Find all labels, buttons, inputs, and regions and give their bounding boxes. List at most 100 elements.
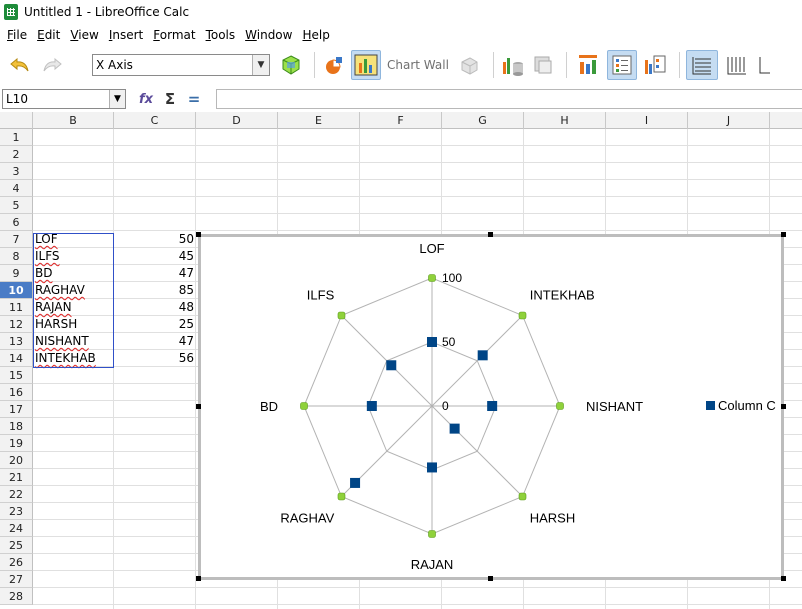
grid-line	[113, 129, 114, 609]
column-header-c[interactable]: C	[114, 112, 196, 129]
row-header-15[interactable]: 15	[0, 367, 33, 384]
column-header-f[interactable]: F	[360, 112, 442, 129]
chart-element-value: X Axis	[96, 58, 133, 72]
menu-mnemonic: E	[37, 28, 45, 42]
row-header-19[interactable]: 19	[0, 435, 33, 452]
sum-button[interactable]: Σ	[158, 89, 182, 109]
sum-icon: Σ	[164, 90, 176, 108]
grid-line	[33, 587, 802, 588]
row-header-22[interactable]: 22	[0, 486, 33, 503]
row-header-24[interactable]: 24	[0, 520, 33, 537]
column-header-i[interactable]: I	[606, 112, 688, 129]
row-header-2[interactable]: 2	[0, 146, 33, 163]
row-header-17[interactable]: 17	[0, 401, 33, 418]
row-header-5[interactable]: 5	[0, 197, 33, 214]
row-header-25[interactable]: 25	[0, 537, 33, 554]
cell-c11[interactable]: 48	[114, 299, 196, 316]
row-header-6[interactable]: 6	[0, 214, 33, 231]
vertical-grids-button[interactable]	[722, 50, 752, 80]
cell-c13[interactable]: 47	[114, 333, 196, 350]
row-header-21[interactable]: 21	[0, 469, 33, 486]
column-header-h[interactable]: H	[524, 112, 606, 129]
resize-handle[interactable]	[781, 232, 786, 237]
insert-titles-button[interactable]	[573, 50, 603, 80]
chevron-down-icon[interactable]: ▼	[109, 90, 125, 108]
column-header-d[interactable]: D	[196, 112, 278, 129]
menu-format[interactable]: Format	[148, 24, 200, 46]
horizontal-grids-button[interactable]	[685, 50, 718, 80]
function-wizard-button[interactable]: fx	[134, 89, 158, 109]
data-point	[366, 401, 377, 411]
row-header-28[interactable]: 28	[0, 588, 33, 605]
row-header-8[interactable]: 8	[0, 248, 33, 265]
name-box-value: L10	[6, 92, 28, 106]
row-header-16[interactable]: 16	[0, 384, 33, 401]
cell-c10[interactable]: 85	[114, 282, 196, 299]
category-label: BD	[260, 399, 278, 414]
legend-on-off-icon	[612, 55, 632, 75]
chart-element-select[interactable]: X Axis ▼	[92, 54, 270, 76]
chart-type-button[interactable]	[321, 50, 347, 80]
row-header-4[interactable]: 4	[0, 180, 33, 197]
row-header-9[interactable]: 9	[0, 265, 33, 282]
row-header-11[interactable]: 11	[0, 299, 33, 316]
menu-file[interactable]: File	[2, 24, 32, 46]
chart-area-button[interactable]	[351, 50, 381, 80]
menu-edit[interactable]: Edit	[32, 24, 65, 46]
chart-3d-view-button[interactable]	[455, 50, 483, 80]
menu-window[interactable]: Window	[240, 24, 297, 46]
show-hide-axis-button[interactable]	[756, 50, 770, 80]
chart-canvas: 0 50 100 LOF ILFS BD RAGHAV RAJAN HARSH NISHANT IN…	[260, 241, 776, 572]
cell-c14[interactable]: 56	[114, 350, 196, 367]
legend-on-off-button[interactable]	[606, 50, 637, 80]
select-all-corner[interactable]	[0, 112, 33, 129]
insert-legend-button[interactable]	[641, 50, 669, 80]
column-header-b[interactable]: B	[33, 112, 114, 129]
grid-line	[195, 129, 196, 609]
toolbar-separator	[492, 52, 494, 78]
cell-c7[interactable]: 50	[114, 231, 196, 248]
row-header-3[interactable]: 3	[0, 163, 33, 180]
cell-c8[interactable]: 45	[114, 248, 196, 265]
resize-handle[interactable]	[781, 576, 786, 581]
row-header-7[interactable]: 7	[0, 231, 33, 248]
resize-handle[interactable]	[488, 576, 493, 581]
resize-handle[interactable]	[781, 404, 786, 409]
format-selection-button[interactable]	[278, 50, 304, 80]
row-header-13[interactable]: 13	[0, 333, 33, 350]
redo-button[interactable]	[38, 50, 66, 80]
resize-handle[interactable]	[196, 404, 201, 409]
row-header-18[interactable]: 18	[0, 418, 33, 435]
resize-handle[interactable]	[196, 232, 201, 237]
cell-c9[interactable]: 47	[114, 265, 196, 282]
undo-button[interactable]	[6, 50, 34, 80]
menu-insert[interactable]: Insert	[104, 24, 148, 46]
menu-help[interactable]: Help	[297, 24, 334, 46]
row-header-1[interactable]: 1	[0, 129, 33, 146]
row-header-10[interactable]: 10	[0, 282, 33, 299]
row-header-23[interactable]: 23	[0, 503, 33, 520]
formula-button[interactable]: =	[182, 89, 206, 109]
column-header-g[interactable]: G	[442, 112, 524, 129]
column-header-e[interactable]: E	[278, 112, 360, 129]
resize-handle[interactable]	[488, 232, 493, 237]
row-header-27[interactable]: 27	[0, 571, 33, 588]
formula-input[interactable]	[216, 89, 802, 109]
spreadsheet-grid[interactable]: BCDEFGHIJ 1 2 3 4 5 6 7 8 9 10 11 12 13 14 15 16 17 18 19 2…	[0, 112, 802, 609]
resize-handle[interactable]	[196, 576, 201, 581]
category-label: INTEKHAB	[530, 287, 595, 302]
menu-tools[interactable]: Tools	[201, 24, 241, 46]
axis-end-marker	[518, 311, 527, 320]
column-header-j[interactable]: J	[688, 112, 770, 129]
row-header-20[interactable]: 20	[0, 452, 33, 469]
chevron-down-icon[interactable]: ▼	[252, 55, 269, 75]
row-header-14[interactable]: 14	[0, 350, 33, 367]
radar-chart[interactable]: 0 50 100 LOF ILFS BD RAGHAV RAJAN HARSH NISHANT IN…	[198, 234, 784, 580]
menu-view[interactable]: View	[65, 24, 103, 46]
name-box[interactable]: L10 ▼	[2, 89, 126, 109]
data-table-button[interactable]	[500, 50, 526, 80]
row-header-26[interactable]: 26	[0, 554, 33, 571]
row-header-12[interactable]: 12	[0, 316, 33, 333]
data-ranges-button[interactable]	[530, 50, 556, 80]
cell-c12[interactable]: 25	[114, 316, 196, 333]
